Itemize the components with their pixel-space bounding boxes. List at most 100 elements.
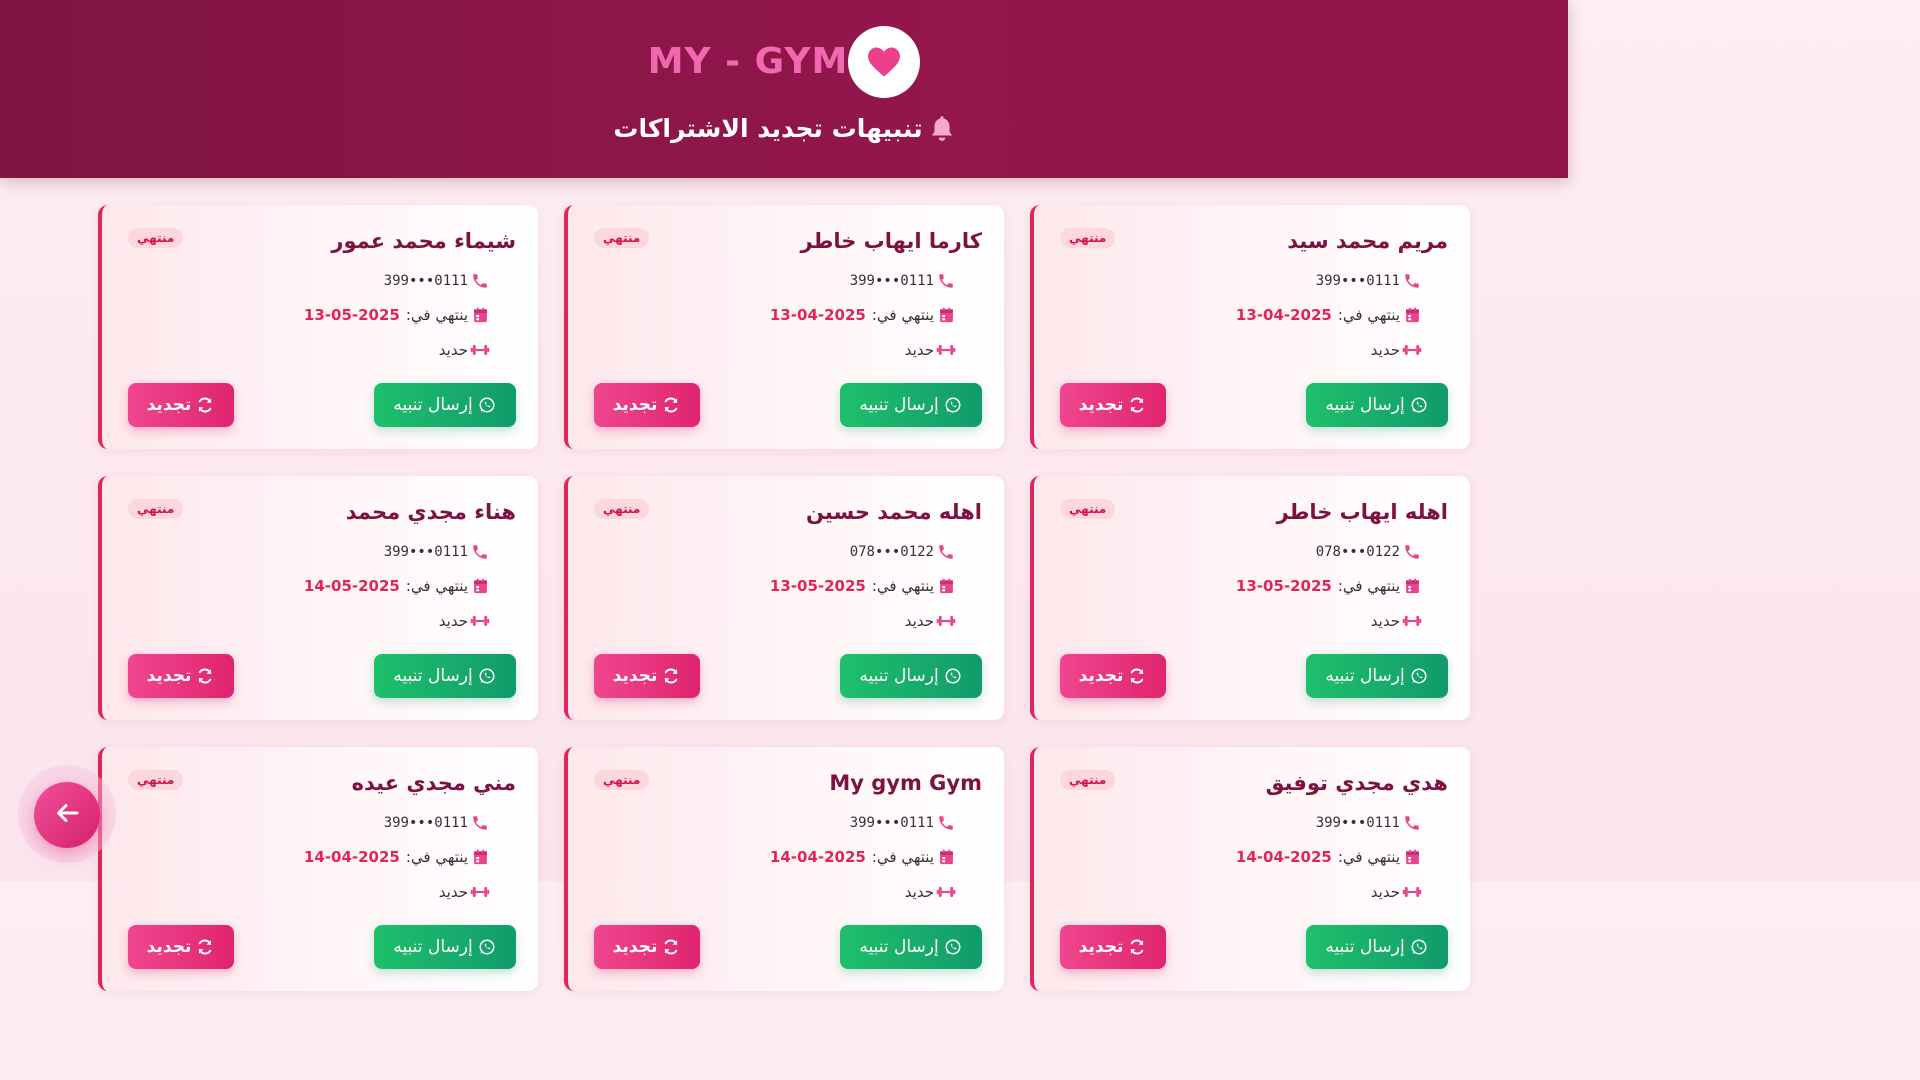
send-alert-label: إرسال تنبيه: [859, 937, 939, 957]
whatsapp-icon: [1409, 395, 1429, 415]
renew-button[interactable]: تجديد: [1060, 654, 1166, 698]
renew-label: تجديد: [612, 937, 658, 957]
renew-button[interactable]: تجديد: [128, 383, 234, 427]
member-card: هناء مجدي محمد منتهي 399•••0111 ينتهي في…: [98, 476, 538, 720]
expiry-row: ينتهي في: 14-05-2025: [304, 576, 490, 596]
send-alert-button[interactable]: إرسال تنبيه: [374, 925, 516, 969]
dumbbell-icon: [470, 882, 490, 902]
dumbbell-icon: [936, 611, 956, 631]
send-alert-label: إرسال تنبيه: [1325, 666, 1405, 686]
phone-icon: [470, 542, 490, 562]
member-name: كارما ايهاب خاطر: [800, 229, 983, 253]
phone-icon: [1402, 813, 1422, 833]
expiry-label: ينتهي في:: [1337, 577, 1400, 595]
send-alert-label: إرسال تنبيه: [859, 395, 939, 415]
status-badge: منتهي: [594, 770, 650, 790]
subscription-type-row: حديد: [1371, 611, 1422, 631]
member-card: مني مجدي عيده منتهي 399•••0111 ينتهي في:…: [98, 747, 538, 991]
member-name: اهله محمد حسين: [805, 500, 982, 524]
send-alert-button[interactable]: إرسال تنبيه: [374, 654, 516, 698]
phone-number: 399•••0111: [383, 273, 468, 289]
phone-number: 399•••0111: [1315, 273, 1400, 289]
send-alert-button[interactable]: إرسال تنبيه: [840, 383, 982, 427]
send-alert-button[interactable]: إرسال تنبيه: [1306, 383, 1448, 427]
member-name: هدي مجدي توفيق: [1265, 771, 1448, 795]
send-alert-label: إرسال تنبيه: [393, 937, 473, 957]
refresh-icon: [1127, 937, 1147, 957]
member-name: مريم محمد سيد: [1287, 229, 1448, 253]
send-alert-button[interactable]: إرسال تنبيه: [1306, 654, 1448, 698]
phone-row: 399•••0111: [850, 813, 956, 833]
member-card: شيماء محمد عمور منتهي 399•••0111 ينتهي ف…: [98, 205, 538, 449]
whatsapp-icon: [477, 666, 497, 686]
status-badge: منتهي: [128, 770, 184, 790]
page-header: MY - GYM تنبيهات تجديد الاشتراكات: [0, 0, 1568, 178]
arrow-left-icon: [55, 803, 79, 827]
subtitle-text: تنبيهات تجديد الاشتراكات: [613, 114, 923, 143]
phone-icon: [470, 271, 490, 291]
renew-button[interactable]: تجديد: [128, 654, 234, 698]
expiry-row: ينتهي في: 13-04-2025: [770, 305, 956, 325]
status-badge: منتهي: [128, 499, 184, 519]
expiry-label: ينتهي في:: [405, 848, 468, 866]
phone-row: 078•••0122: [850, 542, 956, 562]
whatsapp-icon: [477, 395, 497, 415]
refresh-icon: [661, 937, 681, 957]
member-name: هناء مجدي محمد: [345, 500, 516, 524]
subscription-type-row: حديد: [905, 611, 956, 631]
back-button[interactable]: [34, 782, 100, 848]
status-badge: منتهي: [1060, 228, 1116, 248]
calendar-icon: [470, 305, 490, 325]
expiry-date: 14-05-2025: [303, 577, 400, 595]
phone-icon: [1402, 542, 1422, 562]
bell-icon: [929, 115, 955, 143]
member-card: اهله محمد حسين منتهي 078•••0122 ينتهي في…: [564, 476, 1004, 720]
send-alert-button[interactable]: إرسال تنبيه: [840, 654, 982, 698]
subscription-type: حديد: [438, 883, 468, 901]
brand-title: MY - GYM: [647, 41, 849, 82]
expiry-row: ينتهي في: 14-04-2025: [1236, 847, 1422, 867]
subscription-type-row: حديد: [439, 611, 490, 631]
dumbbell-icon: [936, 882, 956, 902]
expiry-label: ينتهي في:: [871, 848, 934, 866]
send-alert-button[interactable]: إرسال تنبيه: [840, 925, 982, 969]
expiry-row: ينتهي في: 13-05-2025: [770, 576, 956, 596]
phone-icon: [1402, 271, 1422, 291]
phone-row: 399•••0111: [384, 271, 490, 291]
expiry-row: ينتهي في: 14-04-2025: [770, 847, 956, 867]
expiry-date: 13-04-2025: [1235, 306, 1332, 324]
renew-label: تجديد: [612, 666, 658, 686]
subscription-type: حديد: [1370, 883, 1400, 901]
phone-row: 078•••0122: [1316, 542, 1422, 562]
renew-button[interactable]: تجديد: [594, 383, 700, 427]
renew-button[interactable]: تجديد: [1060, 383, 1166, 427]
phone-icon: [470, 813, 490, 833]
member-name: مني مجدي عيده: [351, 771, 516, 795]
dumbbell-icon: [1402, 611, 1422, 631]
phone-row: 399•••0111: [384, 542, 490, 562]
expiry-label: ينتهي في:: [871, 577, 934, 595]
renew-button[interactable]: تجديد: [594, 654, 700, 698]
send-alert-button[interactable]: إرسال تنبيه: [1306, 925, 1448, 969]
phone-number: 399•••0111: [849, 815, 934, 831]
send-alert-button[interactable]: إرسال تنبيه: [374, 383, 516, 427]
refresh-icon: [1127, 666, 1147, 686]
renew-label: تجديد: [146, 666, 192, 686]
member-card: My gym Gym منتهي 399•••0111 ينتهي في: 14…: [564, 747, 1004, 991]
member-card: هدي مجدي توفيق منتهي 399•••0111 ينتهي في…: [1030, 747, 1470, 991]
dumbbell-icon: [470, 611, 490, 631]
renew-button[interactable]: تجديد: [1060, 925, 1166, 969]
send-alert-label: إرسال تنبيه: [1325, 937, 1405, 957]
calendar-icon: [470, 576, 490, 596]
whatsapp-icon: [1409, 666, 1429, 686]
subscription-type-row: حديد: [439, 340, 490, 360]
renew-label: تجديد: [612, 395, 658, 415]
phone-number: 399•••0111: [383, 544, 468, 560]
renew-button[interactable]: تجديد: [128, 925, 234, 969]
whatsapp-icon: [943, 395, 963, 415]
phone-number: 399•••0111: [383, 815, 468, 831]
calendar-icon: [1402, 305, 1422, 325]
phone-row: 399•••0111: [1316, 813, 1422, 833]
heart-icon: [848, 26, 921, 98]
renew-button[interactable]: تجديد: [594, 925, 700, 969]
